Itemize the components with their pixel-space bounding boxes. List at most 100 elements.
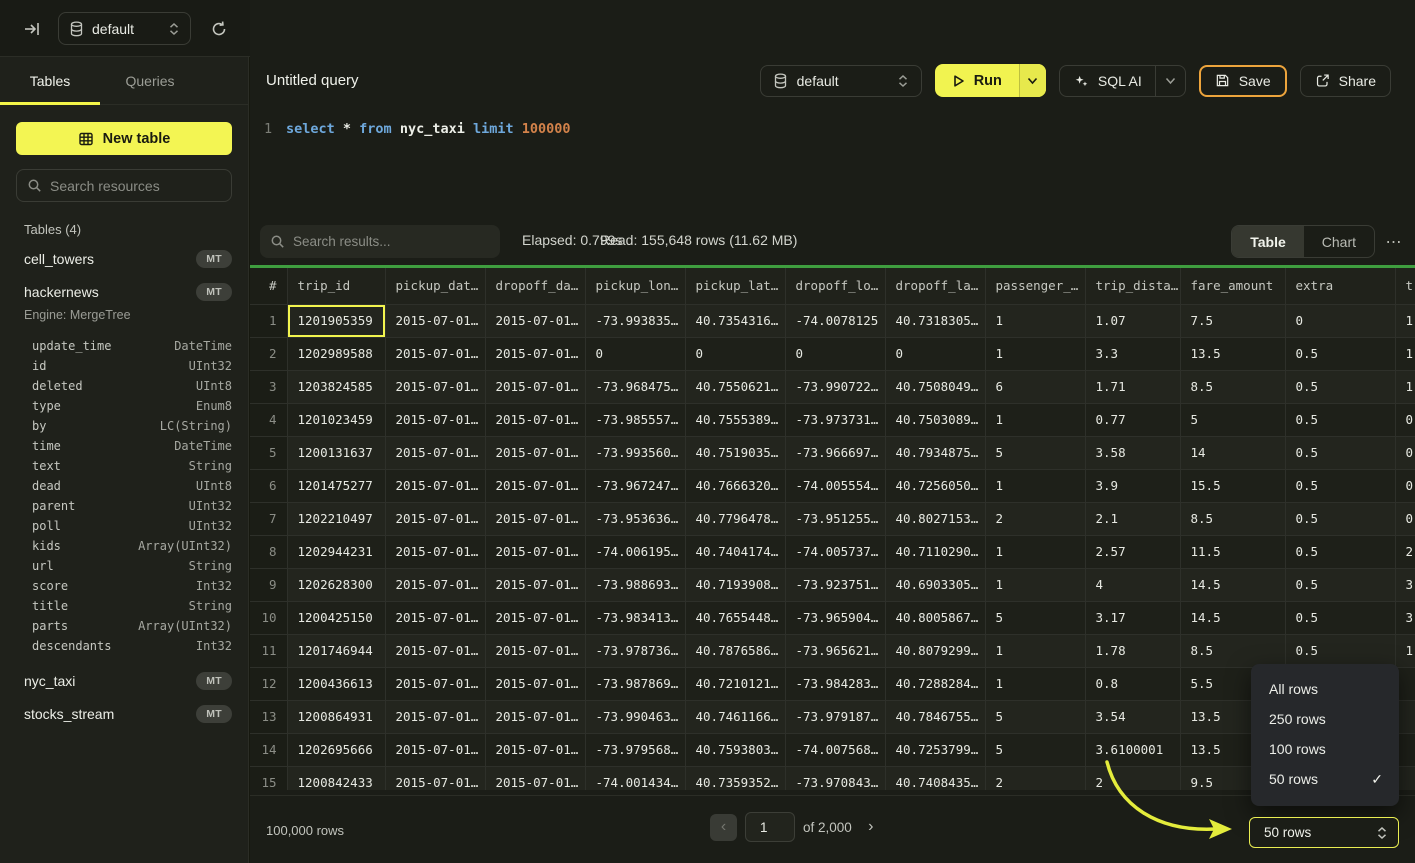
table-cell[interactable]: 1200131637 bbox=[287, 436, 385, 469]
table-cell[interactable]: 1 bbox=[985, 634, 1085, 667]
table-cell[interactable]: 0.5 bbox=[1285, 601, 1395, 634]
table-cell[interactable]: 40.7110290… bbox=[885, 535, 985, 568]
table-cell[interactable]: 0 bbox=[1395, 403, 1415, 436]
prev-page-button[interactable]: ‹ bbox=[710, 814, 737, 841]
table-cell[interactable]: 1 bbox=[985, 667, 1085, 700]
table-cell[interactable]: 40.7404174… bbox=[685, 535, 785, 568]
table-cell[interactable]: 40.7256050… bbox=[885, 469, 985, 502]
table-cell[interactable]: 40.7354316… bbox=[685, 304, 785, 337]
table-cell[interactable]: -73.966697… bbox=[785, 436, 885, 469]
table-cell[interactable]: 2015-07-01… bbox=[485, 436, 585, 469]
view-tab-chart[interactable]: Chart bbox=[1304, 226, 1374, 257]
table-cell[interactable]: 15.5 bbox=[1180, 469, 1285, 502]
table-cell[interactable]: 2015-07-01… bbox=[385, 766, 485, 790]
table-cell[interactable]: 7.5 bbox=[1180, 304, 1285, 337]
collapse-sidebar-button[interactable] bbox=[20, 17, 44, 41]
table-cell[interactable]: 1202210497 bbox=[287, 502, 385, 535]
table-cell[interactable]: 40.7796478… bbox=[685, 502, 785, 535]
table-cell[interactable]: 3 bbox=[1395, 568, 1415, 601]
table-cell[interactable]: 8.5 bbox=[1180, 370, 1285, 403]
sidebar-item-nyc-taxi[interactable]: nyc_taxi MT bbox=[0, 664, 248, 697]
table-cell[interactable]: 0 bbox=[1395, 502, 1415, 535]
table-cell[interactable]: 5 bbox=[985, 436, 1085, 469]
table-cell[interactable]: -73.988693… bbox=[585, 568, 685, 601]
table-cell[interactable]: 13.5 bbox=[1180, 337, 1285, 370]
table-cell[interactable]: -73.968475… bbox=[585, 370, 685, 403]
table-cell[interactable]: 2015-07-01… bbox=[485, 733, 585, 766]
table-cell[interactable]: 0 bbox=[1395, 436, 1415, 469]
table-cell[interactable]: 0.5 bbox=[1285, 634, 1395, 667]
table-cell[interactable]: 1.71 bbox=[1085, 370, 1180, 403]
table-cell[interactable]: 1201475277 bbox=[287, 469, 385, 502]
table-cell[interactable]: 0.8 bbox=[1085, 667, 1180, 700]
table-cell[interactable]: -73.985557… bbox=[585, 403, 685, 436]
resource-search-input[interactable] bbox=[50, 178, 221, 194]
table-cell[interactable]: 1201023459 bbox=[287, 403, 385, 436]
table-cell[interactable]: 2015-07-01… bbox=[485, 337, 585, 370]
table-cell[interactable]: 2015-07-01… bbox=[385, 436, 485, 469]
table-cell[interactable]: 40.7655448… bbox=[685, 601, 785, 634]
refresh-button[interactable] bbox=[206, 16, 232, 42]
table-cell[interactable]: -73.984283… bbox=[785, 667, 885, 700]
table-cell[interactable]: 2015-07-01… bbox=[485, 535, 585, 568]
column-header[interactable]: pickup_dat… bbox=[385, 268, 485, 304]
more-options-button[interactable]: ⋯ bbox=[1381, 230, 1407, 254]
table-cell[interactable]: 2015-07-01… bbox=[485, 304, 585, 337]
table-cell[interactable]: 1 bbox=[985, 304, 1085, 337]
table-cell[interactable]: 2015-07-01… bbox=[385, 601, 485, 634]
table-cell[interactable]: 0.5 bbox=[1285, 469, 1395, 502]
table-cell[interactable]: 0.5 bbox=[1285, 502, 1395, 535]
column-header[interactable]: dropoff_lo… bbox=[785, 268, 885, 304]
menu-item[interactable]: 250 rows bbox=[1251, 704, 1399, 734]
table-cell[interactable]: 2.57 bbox=[1085, 535, 1180, 568]
table-cell[interactable]: 3.58 bbox=[1085, 436, 1180, 469]
table-cell[interactable]: 2015-07-01… bbox=[385, 304, 485, 337]
table-cell[interactable]: 2015-07-01… bbox=[385, 337, 485, 370]
table-cell[interactable]: -73.923751… bbox=[785, 568, 885, 601]
table-cell[interactable]: 5 bbox=[985, 700, 1085, 733]
table-cell[interactable]: -73.990722… bbox=[785, 370, 885, 403]
table-cell[interactable]: 3.6100001 bbox=[1085, 733, 1180, 766]
table-cell[interactable]: 14 bbox=[1180, 436, 1285, 469]
table-cell[interactable]: -73.967247… bbox=[585, 469, 685, 502]
table-cell[interactable]: -73.965904… bbox=[785, 601, 885, 634]
next-page-button[interactable]: › bbox=[860, 814, 882, 841]
table-cell[interactable]: 2015-07-01… bbox=[485, 700, 585, 733]
sql-ai-caret[interactable] bbox=[1155, 66, 1185, 96]
table-cell[interactable]: 2015-07-01… bbox=[385, 568, 485, 601]
table-cell[interactable]: 40.7288284… bbox=[885, 667, 985, 700]
table-cell[interactable]: 2015-07-01… bbox=[385, 370, 485, 403]
table-cell[interactable]: 0.5 bbox=[1285, 337, 1395, 370]
menu-item[interactable]: All rows bbox=[1251, 674, 1399, 704]
table-cell[interactable]: 2015-07-01… bbox=[485, 601, 585, 634]
table-cell[interactable]: 0.5 bbox=[1285, 403, 1395, 436]
page-size-select[interactable]: 50 rows bbox=[1249, 817, 1399, 848]
sidebar-item-cell-towers[interactable]: cell_towers MT bbox=[0, 242, 248, 275]
menu-item[interactable]: 100 rows bbox=[1251, 734, 1399, 764]
table-cell[interactable]: 5 bbox=[1180, 403, 1285, 436]
table-cell[interactable]: 8.5 bbox=[1180, 634, 1285, 667]
table-cell[interactable]: -73.951255… bbox=[785, 502, 885, 535]
query-database-selector[interactable]: default bbox=[760, 65, 922, 97]
share-button[interactable]: Share bbox=[1300, 65, 1391, 97]
table-cell[interactable]: 2015-07-01… bbox=[485, 568, 585, 601]
table-cell[interactable]: -73.965621… bbox=[785, 634, 885, 667]
table-cell[interactable]: 1 bbox=[1395, 370, 1415, 403]
table-cell[interactable]: 2015-07-01… bbox=[385, 634, 485, 667]
table-cell[interactable]: 40.8005867… bbox=[885, 601, 985, 634]
table-cell[interactable]: 1.07 bbox=[1085, 304, 1180, 337]
table-cell[interactable]: 40.8079299… bbox=[885, 634, 985, 667]
table-cell[interactable]: 40.7193908… bbox=[685, 568, 785, 601]
table-cell[interactable]: 2015-07-01… bbox=[485, 469, 585, 502]
table-cell[interactable]: 1 bbox=[1395, 337, 1415, 370]
table-cell[interactable]: 2015-07-01… bbox=[485, 667, 585, 700]
table-cell[interactable]: 40.7876586… bbox=[685, 634, 785, 667]
table-cell[interactable]: 8.5 bbox=[1180, 502, 1285, 535]
table-cell[interactable]: 40.7210121… bbox=[685, 667, 785, 700]
table-cell[interactable]: 4 bbox=[1085, 568, 1180, 601]
table-cell[interactable]: 40.7318305… bbox=[885, 304, 985, 337]
table-cell[interactable]: 1202944231 bbox=[287, 535, 385, 568]
table-cell[interactable]: 40.7555389… bbox=[685, 403, 785, 436]
table-cell[interactable]: 0.5 bbox=[1285, 436, 1395, 469]
table-cell[interactable]: 1202989588 bbox=[287, 337, 385, 370]
